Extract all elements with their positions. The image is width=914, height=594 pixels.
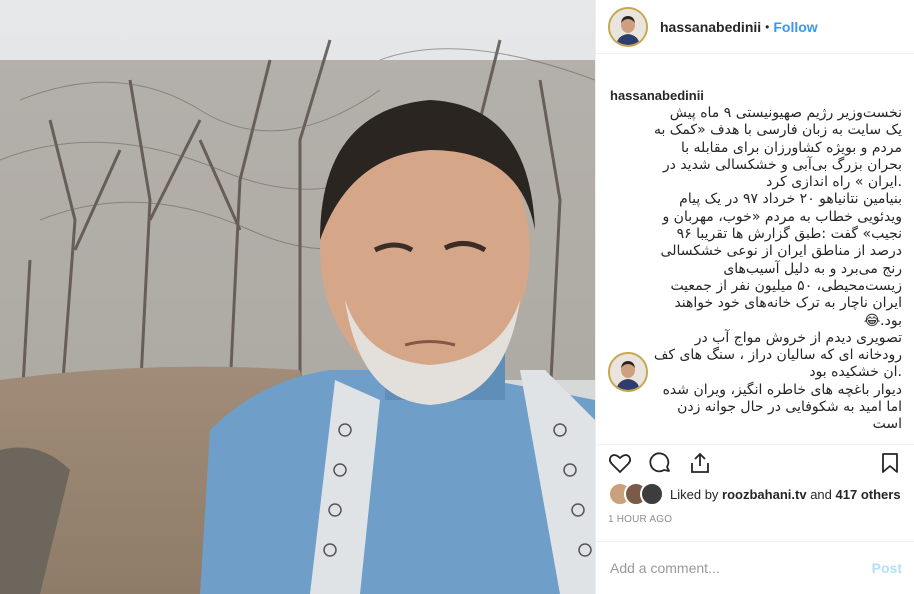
author-username[interactable]: hassanabedinii bbox=[660, 19, 761, 35]
comment-line: است bbox=[872, 416, 902, 433]
comment-input[interactable] bbox=[608, 559, 872, 577]
add-comment-bar: Post bbox=[596, 541, 914, 594]
caption-line: ویدئویی خطاب به مردم «خوب، مهربان و bbox=[662, 208, 902, 225]
bookmark-icon[interactable] bbox=[878, 451, 902, 475]
liker-username[interactable]: roozbahani.tv bbox=[722, 487, 807, 502]
caption-text: نخست‌وزیر رژیم صهیونیستی ۹ ماه پیش یک سا… bbox=[608, 105, 902, 330]
action-bar bbox=[596, 444, 914, 480]
comment-line: اما امید به شکوفایی در حال جوانه زدن bbox=[677, 399, 902, 416]
likes-row: Liked by roozbahani.tv and 417 others bbox=[608, 482, 908, 506]
caption-username[interactable]: hassanabedinii bbox=[608, 88, 902, 103]
caption-line: .ایران » راه اندازی کرد bbox=[766, 174, 902, 191]
likes-and-label: and bbox=[810, 486, 832, 502]
post-header: hassanabedinii • Follow bbox=[596, 0, 914, 54]
post-photo[interactable] bbox=[0, 0, 595, 594]
comment-line: رودخانه ای که سالیان دراز ، سنگ های کف bbox=[653, 347, 902, 364]
instagram-post: hassanabedinii • Follow hassanabedinii ن… bbox=[0, 0, 914, 594]
likes-others-link[interactable]: 417 others bbox=[836, 487, 901, 502]
comment-line: تصویری دیدم از خروش مواج آب در bbox=[694, 329, 902, 346]
caption-line: زیست‌محیطی، ۵۰ میلیون نفر از جمعیت bbox=[670, 277, 902, 294]
author-avatar[interactable] bbox=[608, 6, 648, 47]
comment-line: .ان خشکیده بود bbox=[809, 364, 902, 381]
liked-by-label: Liked by bbox=[670, 486, 719, 502]
caption-line: بود.😂 bbox=[863, 312, 902, 329]
caption-line: ایران ناچار به ترک خانه‌های خود خواهند bbox=[674, 295, 902, 312]
comment-text: تصویری دیدم از خروش مواج آب در رودخانه ا… bbox=[608, 330, 902, 434]
caption-line: بحران بزرگ بی‌آبی و خشکسالی شدید در bbox=[662, 156, 902, 173]
comment-line: دیوار باغچه های خاطره انگیز، ویران شده bbox=[662, 381, 902, 398]
post-side-panel: hassanabedinii • Follow hassanabedinii ن… bbox=[595, 0, 914, 594]
header-separator: • bbox=[765, 19, 770, 34]
comment-icon[interactable] bbox=[648, 451, 672, 475]
selfie-river-image bbox=[0, 0, 595, 594]
follow-button[interactable]: Follow bbox=[773, 19, 817, 35]
post-comment-button[interactable]: Post bbox=[872, 560, 902, 576]
caption-line: مردم و بویژه کشاورزان برای مقابله با bbox=[680, 139, 902, 156]
caption-line: رنج می‌برد و به دلیل آسیب‌های bbox=[723, 260, 902, 277]
share-icon[interactable] bbox=[688, 451, 712, 475]
likes-text: Liked by roozbahani.tv and 417 others bbox=[670, 487, 901, 502]
caption-line: نخست‌وزیر رژیم صهیونیستی ۹ ماه پیش bbox=[669, 105, 902, 121]
caption-line: بنیامین نتانیاهو ۲۰ خرداد ۹۷ در یک پیام bbox=[679, 191, 902, 208]
caption-line: درصد از مناطق ایران از نوعی خشکسالی bbox=[660, 243, 902, 260]
liker-avatar[interactable] bbox=[640, 482, 664, 506]
comment-avatar[interactable] bbox=[608, 352, 648, 392]
comments-area[interactable]: hassanabedinii نخست‌وزیر رژیم صهیونیستی … bbox=[596, 82, 914, 444]
heart-icon[interactable] bbox=[608, 451, 632, 475]
caption-line: یک سایت به زبان فارسی با هدف «کمک به bbox=[653, 122, 902, 139]
caption-line: نجیب» گفت :طبق گزارش ها تقریبا ۹۶ bbox=[676, 226, 902, 243]
post-timestamp[interactable]: 1 HOUR AGO bbox=[608, 514, 672, 525]
